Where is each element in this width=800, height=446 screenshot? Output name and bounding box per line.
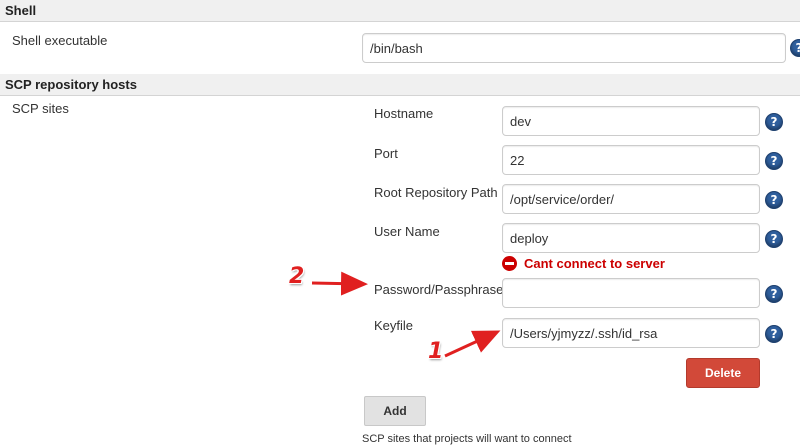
annotation-number-one: 1 (428, 339, 444, 364)
annotation-number-two: 2 (289, 264, 305, 289)
annotation-arrow (444, 330, 501, 358)
annotation-arrow (311, 271, 368, 296)
annotation-overlay (311, 271, 501, 358)
